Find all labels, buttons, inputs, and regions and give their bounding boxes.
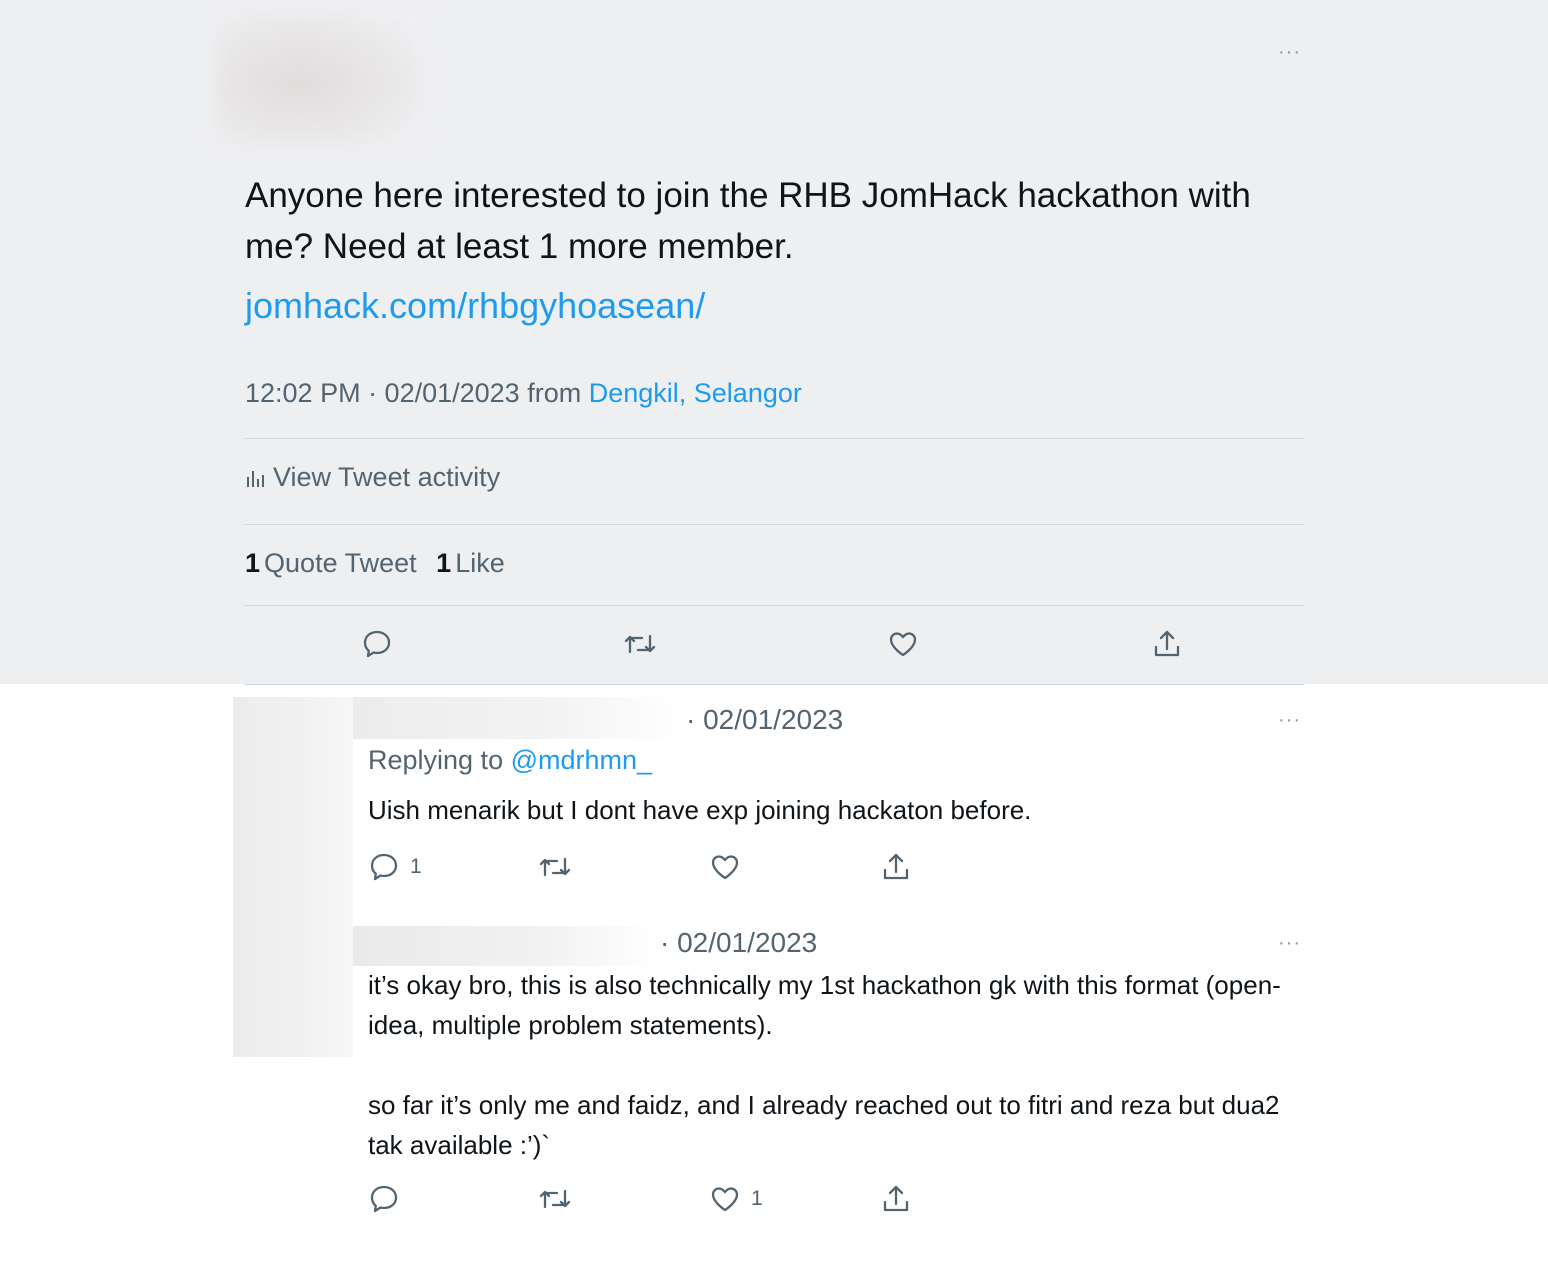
retweet-button[interactable] (538, 1183, 572, 1215)
reply-date[interactable]: · 02/01/2023 (660, 927, 817, 959)
share-icon (883, 1185, 909, 1212)
reply-button[interactable] (361, 628, 393, 660)
likes-link[interactable]: 1 Like (436, 548, 505, 578)
tweet-location[interactable]: Dengkil, Selangor (589, 378, 802, 408)
avatar[interactable] (233, 697, 353, 1057)
share-icon (883, 853, 909, 880)
reply-text: Uish menarik but I dont have exp joining… (368, 795, 1032, 825)
like-label: Like (455, 548, 505, 578)
more-icon[interactable]: ··· (1278, 933, 1301, 953)
divider (244, 438, 1304, 439)
like-count: 1 (436, 548, 452, 578)
reply-button[interactable]: 1 (368, 851, 422, 883)
quote-count: 1 (245, 548, 261, 578)
like-count: 1 (751, 1187, 763, 1210)
view-activity-button[interactable]: View Tweet activity (245, 462, 500, 493)
more-icon[interactable]: ··· (1278, 710, 1301, 730)
share-button[interactable] (1151, 628, 1183, 660)
quote-label: Quote Tweet (264, 548, 417, 578)
more-icon[interactable]: ··· (1278, 42, 1301, 62)
tweet-text: Anyone here interested to join the RHB J… (245, 176, 1251, 266)
retweet-button[interactable] (538, 851, 572, 883)
share-button[interactable] (880, 851, 912, 883)
retweet-icon (539, 1189, 571, 1209)
avatar[interactable] (216, 8, 426, 144)
replying-to: Replying to @mdrhmn_ (368, 745, 652, 776)
reply-author-name[interactable] (353, 926, 658, 966)
divider (244, 684, 1304, 685)
reply-count: 1 (410, 855, 422, 878)
reply-icon (370, 853, 398, 881)
like-icon (711, 1187, 739, 1212)
tweet-time[interactable]: 12:02 PM · 02/01/2023 (245, 378, 520, 408)
share-button[interactable] (880, 1183, 912, 1215)
like-icon (711, 855, 739, 880)
tweet-link[interactable]: jomhack.com/rhbgyhoasean/ (245, 285, 705, 327)
replying-prefix: Replying to (368, 745, 504, 775)
like-button[interactable]: 1 (709, 1183, 763, 1215)
retweet-button[interactable] (623, 628, 657, 660)
retweet-icon (624, 634, 656, 654)
reply-date[interactable]: · 02/01/2023 (686, 704, 843, 736)
like-button[interactable] (887, 628, 919, 660)
reply-icon (363, 630, 391, 658)
share-icon (1154, 630, 1180, 657)
replying-handle[interactable]: @mdrhmn_ (511, 745, 652, 775)
from-label: from (527, 378, 582, 408)
main-tweet: ··· Anyone here interested to join the R… (0, 0, 1548, 684)
retweet-icon (539, 857, 571, 877)
reply-icon (370, 1185, 398, 1213)
like-icon (889, 632, 917, 657)
reply-text: it’s okay bro, this is also technically … (368, 970, 1281, 1160)
tweet-stats: 1 Quote Tweet 1 Like (245, 548, 505, 579)
view-activity-label: View Tweet activity (273, 462, 501, 492)
reply-author-name[interactable] (353, 697, 683, 739)
quote-tweets-link[interactable]: 1 Quote Tweet (245, 548, 417, 578)
divider (244, 524, 1304, 525)
divider (244, 605, 1304, 606)
like-button[interactable] (709, 851, 751, 883)
reply-button[interactable] (368, 1183, 410, 1215)
tweet-meta: 12:02 PM · 02/01/2023 from Dengkil, Sela… (245, 378, 802, 409)
analytics-icon (247, 470, 264, 487)
